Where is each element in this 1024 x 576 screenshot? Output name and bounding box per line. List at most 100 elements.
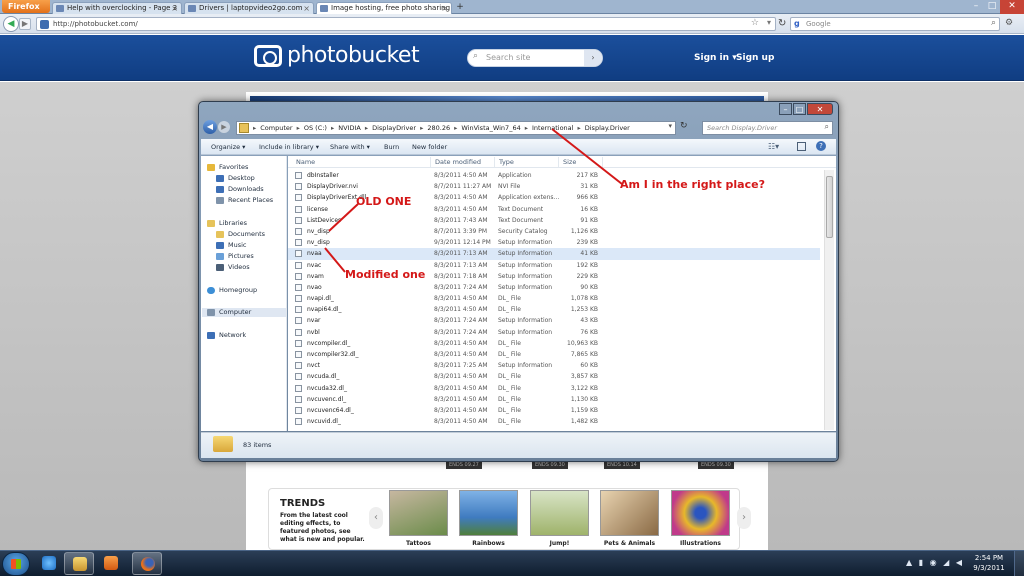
trend-item-pets-animals[interactable]: Pets & Animals [600, 490, 659, 547]
breadcrumb-separator-icon[interactable]: ▸ [577, 122, 584, 134]
explorer-maximize-button[interactable]: □ [793, 103, 806, 115]
breadcrumb-os-drive[interactable]: OS (C:) [304, 122, 331, 134]
file-row[interactable]: nvcuvid.dl_ 8/3/2011 4:50 AM DL_ File 1,482… [288, 416, 820, 427]
file-row[interactable]: nvct 8/3/2011 7:25 AM Setup Information 60 … [288, 360, 820, 371]
scrollbar-thumb[interactable] [826, 176, 833, 238]
nav-downloads[interactable]: Downloads [216, 185, 264, 194]
breadcrumb-separator-icon[interactable]: ▸ [331, 122, 338, 134]
file-row[interactable]: nvaa 8/3/2011 7:13 AM Setup Information 41 … [288, 248, 820, 260]
browser-tab-photobucket[interactable]: Image hosting, free photo sharing & ... … [316, 2, 452, 14]
window-maximize-button[interactable]: □ [984, 0, 1000, 14]
address-dropdown-icon[interactable]: ▾ [668, 122, 672, 130]
column-divider[interactable] [602, 157, 603, 167]
preview-pane-icon[interactable] [797, 142, 806, 151]
tab-close-icon[interactable]: × [303, 3, 310, 14]
address-bar[interactable]: ▸ Computer ▸ OS (C:) ▸ NVIDIA ▸ DisplayD… [236, 121, 676, 135]
file-row[interactable]: nv_disp 9/3/2011 12:14 PM Setup Informatio… [288, 237, 820, 248]
file-row[interactable]: nvcuda.dl_ 8/3/2011 4:50 AM DL_ File 3,857 … [288, 371, 820, 382]
forward-arrow-icon[interactable]: ▶ [19, 18, 31, 30]
bookmark-star-icon[interactable]: ☆ [751, 18, 759, 28]
column-date[interactable]: Date modified [435, 158, 481, 167]
column-type[interactable]: Type [499, 158, 514, 167]
breadcrumb-separator-icon[interactable]: ▸ [297, 122, 304, 134]
file-row[interactable]: ListDevices 8/3/2011 7:43 AM Text Document… [288, 215, 820, 226]
taskbar-ie-button[interactable] [34, 552, 64, 575]
search-icon[interactable]: ⌕ [825, 122, 829, 132]
file-row[interactable]: nvcuda32.dl_ 8/3/2011 4:50 AM DL_ File 3,12… [288, 383, 820, 394]
breadcrumb-version[interactable]: 280.26 [427, 122, 454, 134]
search-icon[interactable]: ⌕ [991, 18, 996, 28]
camera-logo-icon[interactable] [254, 45, 282, 67]
breadcrumb-separator-icon[interactable]: ▸ [454, 122, 461, 134]
window-close-button[interactable]: ✕ [1000, 0, 1024, 14]
column-divider[interactable] [494, 157, 495, 167]
web-search-box[interactable]: g Google ⌕ [790, 17, 1000, 31]
nav-libraries[interactable]: Libraries [207, 219, 247, 228]
tab-close-icon[interactable]: × [171, 3, 178, 14]
trend-item-tattoos[interactable]: Tattoos [389, 490, 448, 547]
nav-homegroup[interactable]: Homegroup [207, 286, 257, 295]
file-row[interactable]: nvao 8/3/2011 7:24 AM Setup Information 90 … [288, 282, 820, 293]
trends-next-arrow-icon[interactable]: › [737, 507, 751, 529]
trend-item-jump[interactable]: Jump! [530, 490, 589, 547]
trend-item-illustrations[interactable]: Illustrations [671, 490, 730, 547]
new-folder-button[interactable]: New folder [412, 142, 447, 152]
clock-date[interactable]: 9/3/2011 [968, 564, 1010, 572]
site-search-input[interactable]: ⌕ Search site › [467, 49, 603, 67]
photobucket-logo[interactable]: photobucket [287, 43, 420, 68]
column-size[interactable]: Size [563, 158, 576, 167]
nav-pictures[interactable]: Pictures [216, 252, 254, 261]
url-text[interactable]: http://photobucket.com/ [53, 19, 138, 30]
nav-network[interactable]: Network [207, 331, 246, 340]
file-row[interactable]: nvapi64.dl_ 8/3/2011 4:50 AM DL_ File 1,253… [288, 304, 820, 315]
show-desktop-button[interactable] [1014, 551, 1024, 576]
file-row[interactable]: nvcompiler.dl_ 8/3/2011 4:50 AM DL_ File 10… [288, 338, 820, 349]
firefox-menu-button[interactable]: Firefox [2, 0, 50, 13]
explorer-close-button[interactable]: ✕ [807, 103, 833, 115]
nav-recent-places[interactable]: Recent Places [216, 196, 273, 205]
file-row[interactable]: nvcompiler32.dl_ 8/3/2011 4:50 AM DL_ File… [288, 349, 820, 360]
breadcrumb-os-folder[interactable]: WinVista_Win7_64 [461, 122, 524, 134]
tools-gear-icon[interactable]: ⚙ [1005, 18, 1013, 28]
url-bar[interactable]: http://photobucket.com/ ☆ ▾ [36, 17, 776, 31]
vertical-scrollbar[interactable] [824, 170, 834, 430]
file-row[interactable]: nvar 8/3/2011 7:24 AM Setup Information 43 … [288, 315, 820, 326]
reload-icon[interactable]: ↻ [778, 18, 786, 29]
file-row[interactable]: nv_disp 8/7/2011 3:39 PM Security Catalog 1… [288, 226, 820, 237]
nav-music[interactable]: Music [216, 241, 247, 250]
burn-button[interactable]: Burn [384, 142, 399, 152]
nav-computer[interactable]: Computer [202, 308, 286, 317]
breadcrumb-computer[interactable]: Computer [260, 122, 296, 134]
refresh-icon[interactable]: ↻ [680, 121, 688, 131]
browser-tab-overclocking[interactable]: Help with overclocking - Page 3 × [52, 2, 182, 14]
back-arrow-icon[interactable]: ◀ [203, 120, 217, 134]
trends-prev-arrow-icon[interactable]: ‹ [369, 507, 383, 529]
breadcrumb-display-driver[interactable]: Display.Driver [585, 122, 634, 134]
nav-favorites[interactable]: Favorites [207, 163, 248, 172]
breadcrumb-separator-icon[interactable]: ▸ [365, 122, 372, 134]
breadcrumb-nvidia[interactable]: NVIDIA [338, 122, 365, 134]
file-row[interactable]: nvbl 8/3/2011 7:24 AM Setup Information 76 … [288, 327, 820, 338]
window-minimize-button[interactable]: – [968, 0, 984, 14]
column-name[interactable]: Name [296, 158, 315, 167]
include-in-library-button[interactable]: Include in library ▾ [259, 142, 319, 152]
folder-search-input[interactable]: Search Display.Driver ⌕ [702, 121, 833, 135]
organize-button[interactable]: Organize ▾ [211, 142, 245, 152]
system-tray-icons[interactable]: ▲ ▮ ◉ ◢ ◀ [906, 558, 964, 567]
trend-item-rainbows[interactable]: Rainbows [459, 490, 518, 547]
nav-desktop[interactable]: Desktop [216, 174, 255, 183]
breadcrumb-separator-icon[interactable]: ▸ [420, 122, 427, 134]
explorer-minimize-button[interactable]: – [779, 103, 792, 115]
url-dropdown-icon[interactable]: ▾ [767, 18, 771, 27]
nav-documents[interactable]: Documents [216, 230, 265, 239]
taskbar-media-player-button[interactable] [96, 552, 126, 575]
file-row[interactable]: nvapi.dl_ 8/3/2011 4:50 AM DL_ File 1,078 K… [288, 293, 820, 304]
change-view-icon[interactable]: ☷▾ [768, 142, 779, 151]
taskbar-firefox-button[interactable] [132, 552, 162, 575]
breadcrumb-international[interactable]: International [532, 122, 578, 134]
tab-close-icon[interactable]: × [441, 3, 448, 14]
share-with-button[interactable]: Share with ▾ [330, 142, 370, 152]
breadcrumb-separator-icon[interactable]: ▸ [525, 122, 532, 134]
start-button[interactable] [2, 552, 30, 576]
taskbar-explorer-button[interactable] [64, 552, 94, 575]
